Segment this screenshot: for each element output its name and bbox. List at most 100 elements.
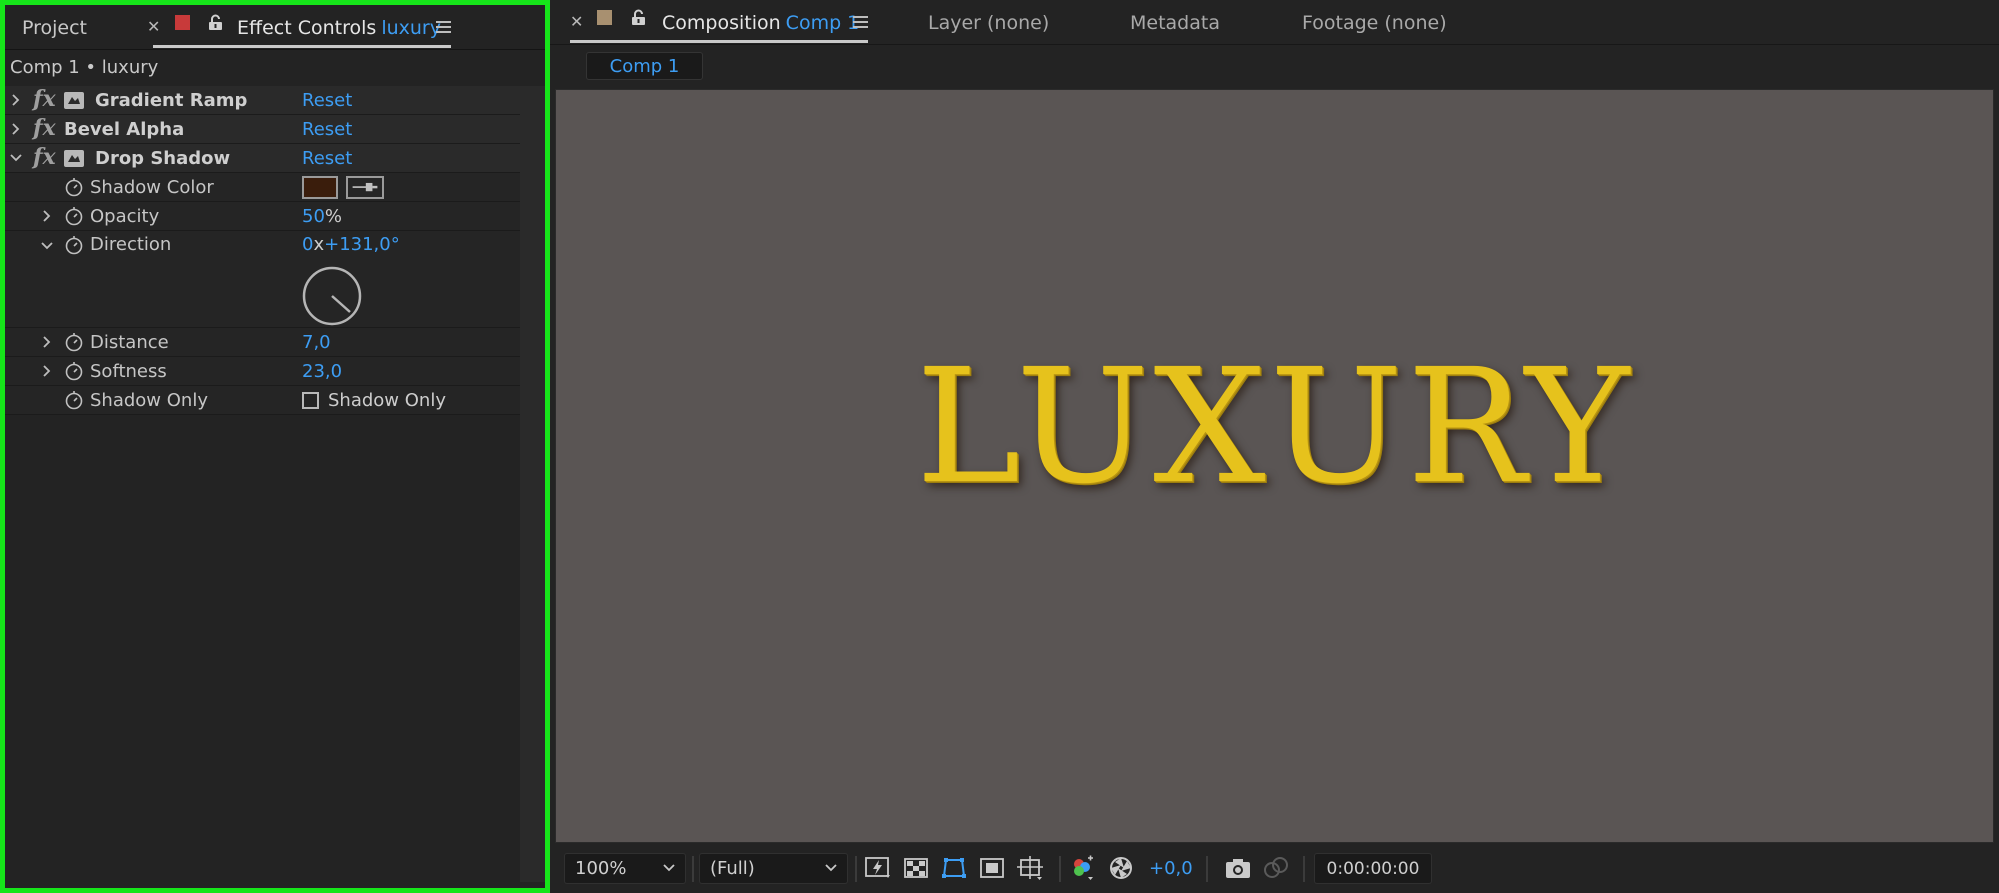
direction-value[interactable]: 0x+131,0° [302,234,400,255]
zoom-dropdown[interactable]: 100% [564,853,686,884]
stopwatch-icon[interactable] [64,206,84,226]
comp-label-color-swatch[interactable] [597,10,612,25]
property-row-direction: Direction 0x+131,0° [5,231,520,328]
stopwatch-icon[interactable] [64,332,84,352]
property-row-shadow-color: Shadow Color [5,173,520,202]
tab-metadata[interactable]: Metadata [1130,0,1220,45]
panel-menu-icon[interactable] [853,16,868,31]
unlock-icon[interactable] [208,14,223,31]
transparency-grid-icon[interactable] [902,855,930,881]
gpu-accelerated-icon [64,92,84,109]
effect-row-bevel-alpha[interactable]: fx Bevel Alpha Reset [5,115,520,144]
show-snapshot-icon[interactable] [1262,855,1290,881]
tab-composition[interactable]: Composition Comp 1 [662,0,859,45]
fast-previews-icon[interactable] [864,855,892,881]
opacity-number[interactable]: 50 [302,206,325,227]
fx-icon[interactable]: fx [33,115,56,141]
viewer-toolbar: 100% (Full) +0,0 0:00:00:00 [550,848,1999,893]
stopwatch-icon[interactable] [64,235,84,255]
tab-project[interactable]: Project [22,5,87,50]
scrollbar[interactable] [520,86,545,882]
toolbar-divider [1059,856,1061,882]
layer-label-color-swatch[interactable] [175,15,190,30]
close-icon[interactable]: ✕ [570,12,583,31]
tab-project-label: Project [22,16,88,39]
twirl-closed-icon[interactable] [41,365,53,377]
property-label: Shadow Color [90,176,214,198]
comp-navigator-chip[interactable]: Comp 1 [586,52,703,80]
property-row-opacity: Opacity 50% [5,202,520,231]
region-of-interest-icon[interactable] [978,855,1006,881]
fx-icon[interactable]: fx [33,86,56,112]
effect-name: Drop Shadow [95,147,231,169]
tab-effect-controls-layer: luxury [381,16,441,39]
chevron-down-icon [663,864,675,872]
active-tab-indicator [570,40,868,43]
toolbar-divider [1303,856,1305,882]
twirl-open-icon[interactable] [10,152,22,164]
reset-link[interactable]: Reset [302,119,352,140]
angle-dial[interactable] [301,265,363,327]
breadcrumb: Comp 1 • luxury [10,57,159,78]
effect-row-gradient-ramp[interactable]: fx Gradient Ramp Reset [5,86,520,115]
unlock-icon[interactable] [631,9,646,26]
composition-viewer[interactable]: LUXURY [555,89,1994,843]
property-label: Shadow Only [90,389,208,411]
toolbar-divider [1206,856,1208,882]
property-row-softness: Softness 23,0 [5,357,520,386]
grid-guides-icon[interactable] [1016,855,1044,881]
twirl-open-icon[interactable] [41,240,53,252]
reset-link[interactable]: Reset [302,148,352,169]
canvas-text-luxury[interactable]: LUXURY [556,335,1993,519]
direction-revolutions[interactable]: 0 [302,234,313,255]
snapshot-camera-icon[interactable] [1224,855,1252,881]
effect-name: Bevel Alpha [64,118,185,140]
composition-panel: ✕ Composition Comp 1 Layer (none) Metada… [550,0,1999,893]
eyedropper-icon[interactable] [346,176,384,199]
effect-list: fx Gradient Ramp Reset fx Bevel Alpha Re… [5,86,520,415]
exposure-value[interactable]: +0,0 [1149,858,1193,879]
panel-menu-icon[interactable] [436,21,451,36]
chevron-down-icon [825,864,837,872]
opacity-unit: % [324,205,343,227]
right-tab-bar: ✕ Composition Comp 1 Layer (none) Metada… [550,0,1999,45]
current-time-field[interactable]: 0:00:00:00 [1314,853,1432,884]
effect-row-drop-shadow[interactable]: fx Drop Shadow Reset [5,144,520,173]
distance-value[interactable]: 7,0 [302,332,331,353]
checkbox-label[interactable]: Shadow Only [328,390,446,411]
fx-icon[interactable]: fx [33,144,56,170]
zoom-value: 100% [575,858,627,879]
shadow-only-checkbox[interactable] [302,392,319,409]
property-label: Opacity [90,205,160,227]
property-row-shadow-only: Shadow Only Shadow Only [5,386,520,415]
active-tab-indicator [153,45,451,48]
toolbar-divider [692,856,694,882]
close-icon[interactable]: ✕ [147,17,160,36]
direction-angle[interactable]: +131,0° [324,234,400,255]
property-row-distance: Distance 7,0 [5,328,520,357]
direction-separator: x [313,234,325,255]
show-channel-icon[interactable] [1069,855,1097,881]
reset-exposure-icon[interactable] [1107,855,1135,881]
gpu-accelerated-icon [64,150,84,167]
twirl-closed-icon[interactable] [41,210,53,222]
stopwatch-icon[interactable] [64,177,84,197]
color-swatch[interactable] [302,176,338,199]
effect-name: Gradient Ramp [95,89,248,111]
tab-footage[interactable]: Footage (none) [1302,0,1447,45]
twirl-closed-icon[interactable] [41,336,53,348]
tab-composition-label: Composition [662,11,781,34]
tab-layer[interactable]: Layer (none) [928,0,1049,45]
property-label: Softness [90,360,167,382]
reset-link[interactable]: Reset [302,90,352,111]
resolution-dropdown[interactable]: (Full) [699,853,848,884]
property-label: Distance [90,331,169,353]
tab-effect-controls[interactable]: Effect Controls luxury [237,5,441,50]
opacity-value[interactable]: 50% [302,206,342,227]
mask-path-visibility-icon[interactable] [940,855,968,881]
twirl-closed-icon[interactable] [10,94,22,106]
stopwatch-icon[interactable] [64,390,84,410]
softness-value[interactable]: 23,0 [302,361,342,382]
stopwatch-icon[interactable] [64,361,84,381]
twirl-closed-icon[interactable] [10,123,22,135]
